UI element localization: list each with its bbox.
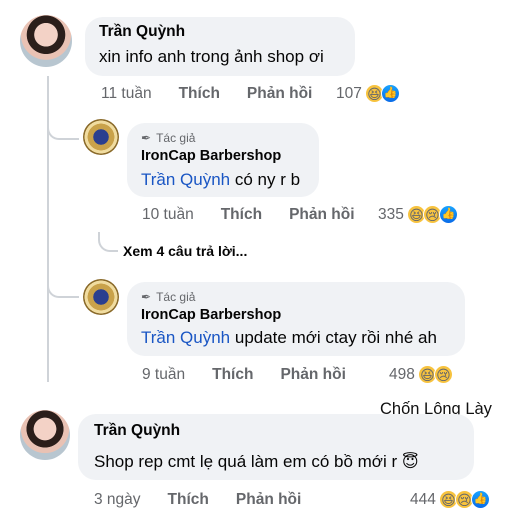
reaction-summary[interactable]: 444 😆 😢 👍	[410, 490, 490, 509]
like-button[interactable]: Thích	[212, 366, 253, 384]
comment-actions: 9 tuần Thích Phản hồi	[142, 366, 346, 384]
comment-text: xin info anh trong ảnh shop ơi	[99, 47, 324, 66]
comment-text: Shop rep cmt lẹ quá làm em có bồ mới r 😇	[94, 452, 419, 471]
avatar[interactable]	[20, 15, 72, 67]
reaction-count: 107	[336, 84, 362, 102]
avatar[interactable]	[83, 119, 119, 155]
reaction-summary[interactable]: 107 😆 👍	[336, 84, 400, 103]
like-reaction-icon: 👍	[438, 205, 458, 224]
like-reaction-icon: 👍	[470, 490, 490, 509]
reply-button[interactable]: Phản hồi	[236, 491, 301, 509]
comment-actions: 10 tuần Thích Phản hồi	[142, 206, 355, 224]
like-button[interactable]: Thích	[221, 206, 262, 224]
reply-button[interactable]: Phản hồi	[280, 366, 345, 384]
pen-icon: ✒	[141, 131, 152, 145]
sad-reaction-icon: 😢	[433, 365, 453, 384]
comment-author[interactable]: IronCap Barbershop	[141, 307, 281, 323]
reaction-summary[interactable]: 335 😆 😢 👍	[378, 205, 458, 224]
comment-time[interactable]: 10 tuần	[142, 206, 194, 224]
reply-button[interactable]: Phản hồi	[289, 206, 354, 224]
avatar[interactable]	[20, 410, 70, 460]
author-badge: ✒ Tác giả	[141, 131, 196, 145]
see-more-replies-link[interactable]: Xem 4 câu trả lời...	[123, 243, 247, 259]
like-button[interactable]: Thích	[168, 491, 209, 509]
thread-curve	[47, 266, 79, 298]
comment-author[interactable]: Trần Quỳnh	[99, 23, 185, 41]
author-badge: ✒ Tác giả	[141, 290, 196, 304]
comment-time[interactable]: 9 tuần	[142, 366, 185, 384]
like-button[interactable]: Thích	[179, 85, 220, 103]
avatar[interactable]	[83, 279, 119, 315]
comment-actions: 3 ngày Thích Phản hồi	[94, 491, 301, 509]
reaction-summary[interactable]: 498 😆 😢	[389, 365, 453, 384]
comment-author[interactable]: IronCap Barbershop	[141, 148, 281, 164]
comment-text: Trần Quỳnh update mới ctay rồi nhé ah	[141, 328, 437, 347]
thread-curve	[47, 110, 79, 140]
comment-text: Trần Quỳnh có ny r b	[141, 170, 301, 189]
reaction-count: 444	[410, 490, 436, 508]
comment-time[interactable]: 3 ngày	[94, 491, 141, 509]
reply-button[interactable]: Phản hồi	[247, 85, 312, 103]
comment-author[interactable]: Trần Quỳnh	[94, 422, 180, 440]
reaction-count: 498	[389, 365, 415, 383]
mention-link[interactable]: Trần Quỳnh	[141, 328, 230, 347]
comment-actions: 11 tuần Thích Phản hồi	[101, 85, 312, 103]
thread-curve	[98, 232, 118, 252]
angel-emoji-icon: 😇	[401, 454, 419, 471]
reaction-count: 335	[378, 205, 404, 223]
mention-link[interactable]: Trần Quỳnh	[141, 170, 230, 189]
pen-icon: ✒	[141, 290, 152, 304]
like-reaction-icon: 👍	[380, 84, 400, 103]
comment-time[interactable]: 11 tuần	[101, 85, 152, 103]
